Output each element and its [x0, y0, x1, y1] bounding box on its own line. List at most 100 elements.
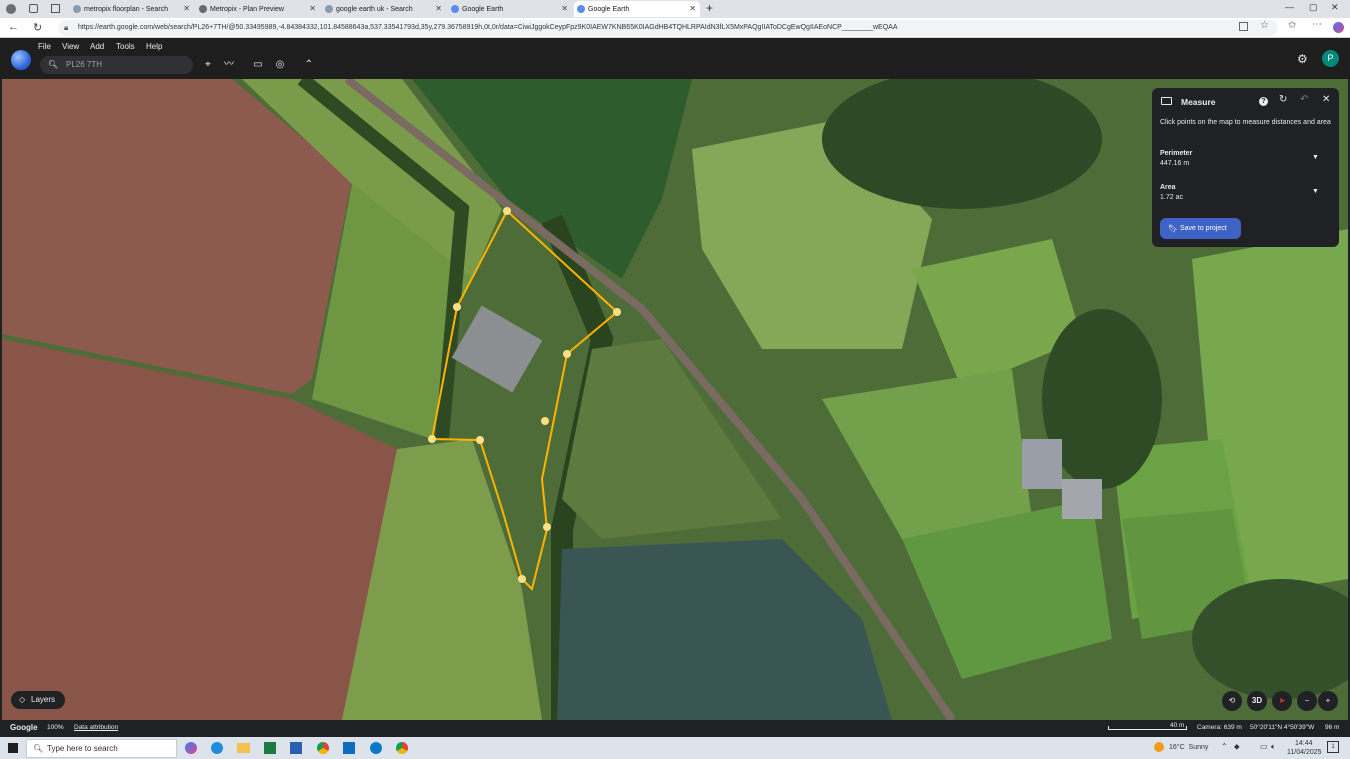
- compass-icon[interactable]: ➤: [1272, 691, 1292, 711]
- elevation: 96 m: [1325, 724, 1340, 731]
- new-tab-icon[interactable]: +: [706, 1, 713, 15]
- camera-altitude: Camera: 639 m: [1197, 724, 1242, 731]
- google-earth-logo-icon[interactable]: [11, 50, 31, 70]
- close-tab-icon[interactable]: ✕: [561, 4, 568, 13]
- perimeter-unit-dropdown[interactable]: ▼: [1312, 154, 1319, 161]
- bookmark-icon: 🔖︎: [1168, 224, 1179, 233]
- workspaces-icon[interactable]: [29, 4, 38, 13]
- word-icon[interactable]: [290, 742, 302, 754]
- undo-icon[interactable]: ↶: [1300, 94, 1308, 105]
- zoom-level: 100%: [47, 724, 64, 731]
- search-icon: [73, 5, 81, 13]
- zoom-out-button[interactable]: −: [1297, 691, 1317, 711]
- weather-text[interactable]: 16°C Sunny: [1169, 744, 1208, 751]
- close-tab-icon[interactable]: ✕: [435, 4, 442, 13]
- ruler-icon: [1161, 97, 1172, 105]
- close-tab-icon[interactable]: ✕: [183, 4, 190, 13]
- site-info-icon[interactable]: 🔒︎: [64, 20, 68, 36]
- copilot-icon[interactable]: [1333, 22, 1344, 33]
- reset-icon[interactable]: ↻: [1279, 94, 1287, 105]
- file-explorer-icon[interactable]: [237, 743, 250, 753]
- map-status-bar: Google 100% Data attribution 40 m Camera…: [0, 720, 1350, 736]
- layers-icon: ◇: [19, 695, 26, 704]
- show-hidden-icons-chevron-icon[interactable]: ⌃: [1221, 742, 1228, 751]
- scale-label: 40 m: [1170, 722, 1185, 729]
- area-value: 1.72 ac: [1160, 194, 1183, 201]
- windows-taskbar: 🔍︎ Type here to search 16°C Sunny ⌃ ⬥ ▭ …: [0, 737, 1350, 759]
- url-input[interactable]: 🔒︎ https://earth.google.com/web/search/P…: [58, 20, 1278, 36]
- taskbar-search-input[interactable]: 🔍︎ Type here to search: [26, 739, 177, 758]
- search-icon: 🔍︎: [33, 744, 44, 753]
- area-unit-dropdown[interactable]: ▼: [1312, 188, 1319, 195]
- volume-icon[interactable]: 🔈︎: [1271, 742, 1276, 752]
- favorite-star-icon[interactable]: ☆: [1260, 20, 1269, 31]
- menu-add[interactable]: Add: [90, 42, 104, 51]
- menu-view[interactable]: View: [62, 42, 79, 51]
- clock-time[interactable]: 14:44: [1295, 740, 1313, 747]
- toggle-3d-button[interactable]: 3D: [1247, 691, 1267, 711]
- zoom-in-button[interactable]: +: [1318, 691, 1338, 711]
- address-bar-row: ← ↻ 🔒︎ https://earth.google.com/web/sear…: [0, 18, 1350, 38]
- avatar[interactable]: P: [1322, 50, 1339, 67]
- excel-icon[interactable]: [264, 742, 276, 754]
- satellite-map[interactable]: ◇ Layers ⟲ 3D ➤ − +: [2, 79, 1348, 720]
- save-to-project-button[interactable]: 🔖︎ Save to project: [1160, 218, 1241, 239]
- browser-tab-strip: metropix floorplan - Search ✕ Metropix -…: [0, 0, 1350, 18]
- browser-tab[interactable]: Metropix - Plan Preview ✕: [196, 1, 320, 17]
- settings-gear-icon[interactable]: ⚙: [1297, 52, 1308, 66]
- dropbox-icon[interactable]: ⬥: [1234, 742, 1240, 752]
- cursor-coordinates: 50°20'11"N 4°50'39"W: [1250, 724, 1315, 731]
- menu-tools[interactable]: Tools: [116, 42, 135, 51]
- placemark-icon[interactable]: ⌖: [201, 58, 215, 72]
- chevron-up-icon[interactable]: ⌃: [302, 58, 316, 72]
- measure-panel: Measure ? ↻ ↶ ✕ Click points on the map …: [1152, 88, 1339, 247]
- app-available-icon[interactable]: [1239, 22, 1248, 31]
- google-earth-icon: [451, 5, 459, 13]
- area-label: Area: [1160, 184, 1176, 191]
- search-icon: 🔍︎: [48, 60, 59, 69]
- data-attribution-link[interactable]: Data attribution: [74, 724, 118, 731]
- rotate-lock-icon[interactable]: ⟲: [1222, 691, 1242, 711]
- sun-weather-icon: [1154, 742, 1164, 752]
- start-windows-icon[interactable]: [8, 743, 18, 753]
- perimeter-value: 447.16 m: [1160, 160, 1190, 167]
- close-tab-icon[interactable]: ✕: [689, 4, 696, 13]
- browser-tab[interactable]: Google Earth ✕: [448, 1, 572, 17]
- chrome-icon[interactable]: [317, 742, 329, 754]
- profile-icon[interactable]: [6, 4, 16, 14]
- browser-tab[interactable]: google earth uk - Search ✕: [322, 1, 446, 17]
- back-icon[interactable]: ←: [8, 21, 19, 33]
- globe-icon: [199, 5, 207, 13]
- maximize-icon[interactable]: ▢: [1309, 2, 1318, 13]
- measure-ruler-icon[interactable]: ▭: [251, 58, 265, 72]
- search-input[interactable]: 🔍︎ PL26 7TH: [40, 56, 193, 74]
- search-icon: [325, 5, 333, 13]
- close-window-icon[interactable]: ✕: [1331, 2, 1339, 13]
- browser-tab[interactable]: metropix floorplan - Search ✕: [70, 1, 194, 17]
- map-imagery: [2, 79, 1348, 720]
- close-tab-icon[interactable]: ✕: [309, 4, 316, 13]
- capture-icon[interactable]: ◎: [273, 58, 287, 72]
- chrome-icon[interactable]: [396, 742, 408, 754]
- network-app-icon[interactable]: [370, 742, 382, 754]
- favorites-icon[interactable]: ✩: [1288, 20, 1296, 31]
- clock-date[interactable]: 11/04/2025: [1287, 749, 1322, 756]
- minimize-icon[interactable]: —: [1285, 2, 1294, 12]
- tab-actions-icon[interactable]: [51, 4, 60, 13]
- help-icon[interactable]: ?: [1259, 97, 1268, 106]
- network-icon[interactable]: ▭: [1260, 742, 1268, 751]
- browser-tab-active[interactable]: Google Earth ✕: [574, 1, 700, 17]
- perimeter-label: Perimeter: [1160, 150, 1193, 157]
- reload-icon[interactable]: ↻: [33, 21, 42, 34]
- layers-button[interactable]: ◇ Layers: [11, 691, 65, 709]
- more-options-icon[interactable]: ⋯: [1312, 19, 1322, 30]
- edge-app-icon[interactable]: [211, 742, 223, 754]
- notifications-icon[interactable]: 1: [1327, 741, 1339, 753]
- copilot-app-icon[interactable]: [185, 742, 197, 754]
- outlook-icon[interactable]: [343, 742, 355, 754]
- path-icon[interactable]: 〰: [222, 58, 236, 72]
- menu-help[interactable]: Help: [146, 42, 162, 51]
- menu-file[interactable]: File: [38, 42, 51, 51]
- close-icon[interactable]: ✕: [1322, 94, 1330, 105]
- measure-title: Measure: [1181, 97, 1216, 107]
